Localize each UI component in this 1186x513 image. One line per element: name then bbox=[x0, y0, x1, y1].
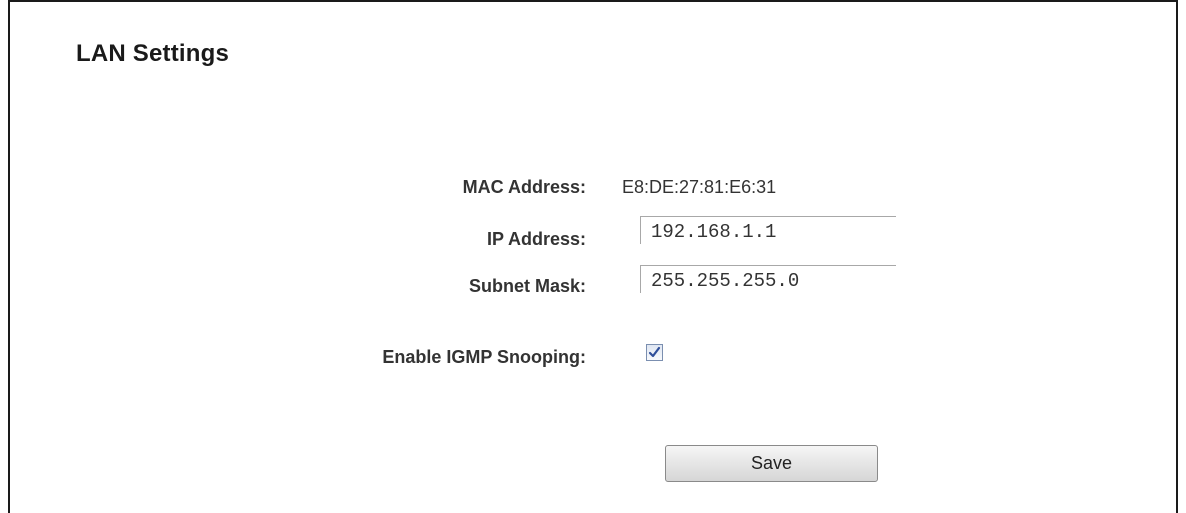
subnet-mask-label: Subnet Mask: bbox=[468, 276, 586, 296]
checkmark-icon bbox=[648, 346, 661, 358]
ip-address-input[interactable] bbox=[640, 216, 896, 244]
ip-address-label: IP Address: bbox=[486, 229, 586, 249]
content-frame: LAN Settings MAC Address: E8:DE:27:81:E6… bbox=[8, 0, 1178, 513]
mac-address-value: E8:DE:27:81:E6:31 bbox=[622, 177, 777, 197]
mac-address-label: MAC Address: bbox=[462, 177, 586, 197]
save-button[interactable]: Save bbox=[665, 445, 878, 482]
subnet-mask-input[interactable] bbox=[640, 265, 896, 293]
igmp-snooping-label: Enable IGMP Snooping: bbox=[382, 347, 586, 367]
igmp-snooping-checkbox[interactable] bbox=[646, 344, 663, 361]
page-title: LAN Settings bbox=[76, 40, 230, 67]
